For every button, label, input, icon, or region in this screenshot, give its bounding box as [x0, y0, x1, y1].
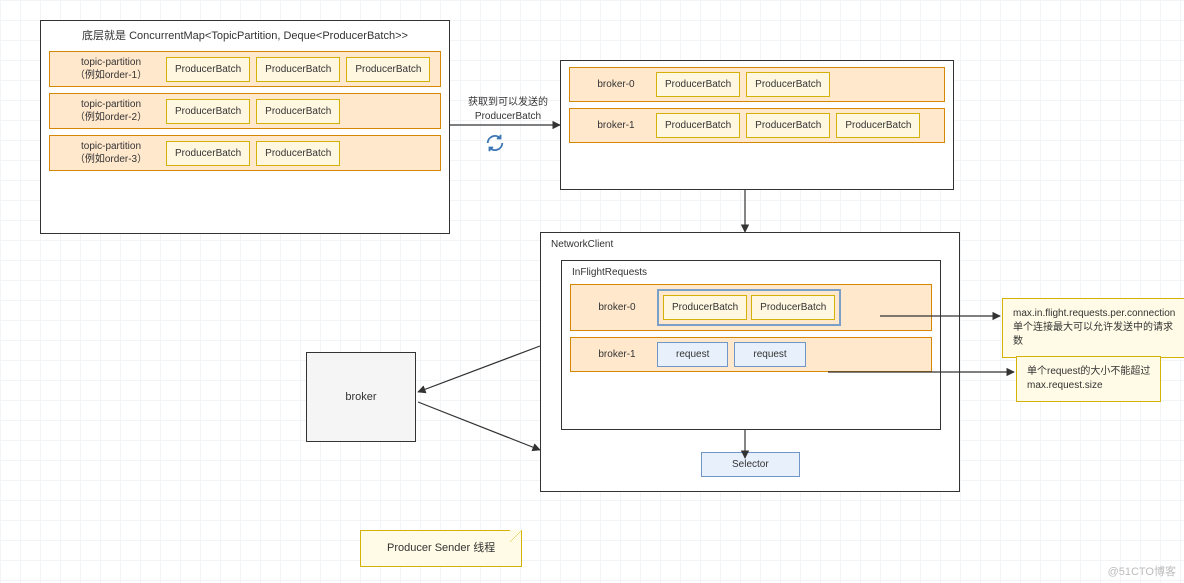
- note-max-inflight: max.in.flight.requests.per.connection 单个…: [1002, 298, 1184, 358]
- accumulator-title: 底层就是 ConcurrentMap<TopicPartition, Deque…: [41, 27, 449, 43]
- note-max-request-size: 单个request的大小不能超过 max.request.size: [1016, 356, 1161, 402]
- tp-text: topic-partition: [81, 141, 141, 152]
- tp-label-1: topic-partition （例如order-2）: [56, 98, 166, 124]
- broker-label: broker-0: [577, 301, 657, 314]
- sync-icon: [484, 132, 506, 154]
- tp-text: topic-partition: [81, 57, 141, 68]
- producer-batch: ProducerBatch: [746, 72, 830, 97]
- request-cell: request: [734, 342, 805, 367]
- producer-batch: ProducerBatch: [166, 141, 250, 166]
- batch-row: ProducerBatch ProducerBatch ProducerBatc…: [166, 57, 430, 82]
- watermark: @51CTO博客: [1108, 563, 1176, 579]
- tp-example: （例如order-3）: [75, 154, 147, 165]
- producer-batch: ProducerBatch: [256, 99, 340, 124]
- inflight-row-0: broker-0 ProducerBatch ProducerBatch: [570, 284, 932, 331]
- tp-example: （例如order-1）: [75, 70, 147, 81]
- producer-batch: ProducerBatch: [656, 72, 740, 97]
- request-row: request request: [657, 342, 806, 367]
- tp-row-0: topic-partition （例如order-1） ProducerBatc…: [49, 51, 441, 87]
- selector-box: Selector: [701, 452, 800, 477]
- batch-row: ProducerBatch ProducerBatch: [166, 141, 340, 166]
- broker-node-label: broker: [345, 391, 376, 403]
- broker-label: broker-1: [576, 119, 656, 132]
- broker-label: broker-0: [576, 78, 656, 91]
- producer-batch: ProducerBatch: [656, 113, 740, 138]
- inflight-row-1: broker-1 request request: [570, 337, 932, 372]
- producer-batch: ProducerBatch: [346, 57, 430, 82]
- inflight-request-group: ProducerBatch ProducerBatch: [657, 289, 841, 326]
- producer-batch: ProducerBatch: [166, 99, 250, 124]
- tp-example: （例如order-2）: [75, 112, 147, 123]
- broker-node: broker: [306, 352, 416, 442]
- accumulator-panel: 底层就是 ConcurrentMap<TopicPartition, Deque…: [40, 20, 450, 234]
- producer-batch: ProducerBatch: [663, 295, 747, 320]
- producer-batch: ProducerBatch: [746, 113, 830, 138]
- broker-row-1: broker-1 ProducerBatch ProducerBatch Pro…: [569, 108, 945, 143]
- tp-text: topic-partition: [81, 99, 141, 110]
- producer-batch: ProducerBatch: [836, 113, 920, 138]
- tp-row-2: topic-partition （例如order-3） ProducerBatc…: [49, 135, 441, 171]
- broker-batch-panel: broker-0 ProducerBatch ProducerBatch bro…: [560, 60, 954, 190]
- edge-label-fetch: 获取到可以发送的 ProducerBatch: [458, 96, 558, 124]
- network-client-title: NetworkClient: [551, 239, 949, 250]
- tp-row-1: topic-partition （例如order-2） ProducerBatc…: [49, 93, 441, 129]
- tp-label-0: topic-partition （例如order-1）: [56, 56, 166, 82]
- producer-batch: ProducerBatch: [256, 57, 340, 82]
- network-client-panel: NetworkClient InFlightRequests broker-0 …: [540, 232, 960, 492]
- broker-label: broker-1: [577, 348, 657, 361]
- batch-row: ProducerBatch ProducerBatch ProducerBatc…: [656, 113, 920, 138]
- inflight-title: InFlightRequests: [572, 267, 930, 278]
- broker-row-0: broker-0 ProducerBatch ProducerBatch: [569, 67, 945, 102]
- inflight-panel: InFlightRequests broker-0 ProducerBatch …: [561, 260, 941, 430]
- request-cell: request: [657, 342, 728, 367]
- tp-label-2: topic-partition （例如order-3）: [56, 140, 166, 166]
- producer-batch: ProducerBatch: [751, 295, 835, 320]
- note-sender-thread: Producer Sender 线程: [360, 530, 522, 567]
- producer-batch: ProducerBatch: [166, 57, 250, 82]
- batch-row: ProducerBatch ProducerBatch: [656, 72, 830, 97]
- batch-row: ProducerBatch ProducerBatch: [166, 99, 340, 124]
- producer-batch: ProducerBatch: [256, 141, 340, 166]
